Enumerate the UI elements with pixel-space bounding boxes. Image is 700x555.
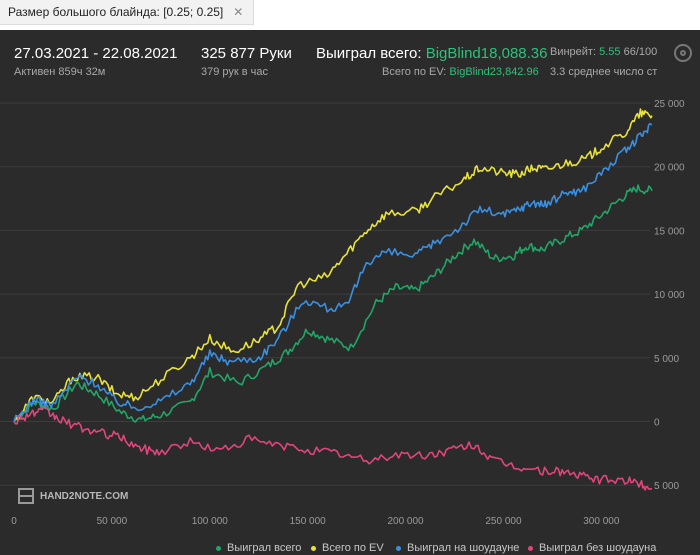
legend-dot-no-showdown (528, 545, 533, 551)
x-tick-label: 150 000 (290, 516, 327, 527)
y-tick-label: 5 000 (654, 354, 679, 365)
y-tick-label: 0 (654, 418, 660, 429)
series-line (13, 122, 653, 422)
legend-item-showdown[interactable]: Выиграл на шоудауне (396, 542, 519, 554)
legend-item-won[interactable]: Выиграл всего (216, 542, 301, 554)
x-tick-labels: 0 50 000 100 000 150 000 200 000 250 000 300 0… (11, 516, 620, 527)
x-tick-label: 200 000 (387, 516, 424, 527)
stats-panel: 27.03.2021 - 22.08.2021 Активен 859ч 32м… (0, 30, 700, 555)
series-line (13, 406, 653, 491)
x-tick-label: 0 (11, 516, 17, 527)
legend-dot-showdown (396, 545, 401, 551)
hand2note-logo: HAND2NOTE.COM (18, 488, 128, 504)
y-tick-label: 15 000 (654, 226, 685, 237)
x-tick-label: 300 000 (583, 516, 620, 527)
chart-grid (0, 102, 650, 486)
x-tick-label: 50 000 (97, 516, 128, 527)
legend-label-no-showdown: Выиграл без шоудауна (539, 542, 657, 554)
y-tick-label: 25 000 (654, 99, 685, 110)
filter-tag: Размер большого блайнда: [0.25; 0.25] ✕ (0, 0, 255, 25)
legend-label-showdown: Выиграл на шоудауне (407, 542, 520, 554)
hand2note-logo-icon (18, 488, 34, 504)
close-filter-icon[interactable]: ✕ (233, 5, 243, 19)
y-tick-label: 10 000 (654, 290, 685, 301)
legend-item-ev[interactable]: Всего по EV (311, 542, 384, 554)
y-tick-label: 5 000 (654, 481, 679, 492)
y-tick-labels: 25 000 20 000 15 000 10 000 5 000 0 5 000 (654, 99, 685, 492)
filter-label: Размер большого блайнда: [0.25; 0.25] (8, 5, 224, 19)
legend-dot-ev (311, 545, 316, 551)
x-tick-label: 100 000 (192, 516, 229, 527)
legend-label-won: Выиграл всего (227, 542, 302, 554)
profit-chart: 25 000 20 000 15 000 10 000 5 000 0 5 000 0 50 … (0, 99, 685, 527)
series-line (13, 184, 653, 423)
legend-label-ev: Всего по EV (322, 542, 384, 554)
x-tick-label: 250 000 (485, 516, 522, 527)
logo-text: HAND2NOTE.COM (40, 490, 129, 502)
legend-item-no-showdown[interactable]: Выиграл без шоудауна (528, 542, 656, 554)
series-line (13, 108, 653, 422)
y-tick-label: 20 000 (654, 163, 685, 174)
legend-dot-won (216, 545, 221, 551)
